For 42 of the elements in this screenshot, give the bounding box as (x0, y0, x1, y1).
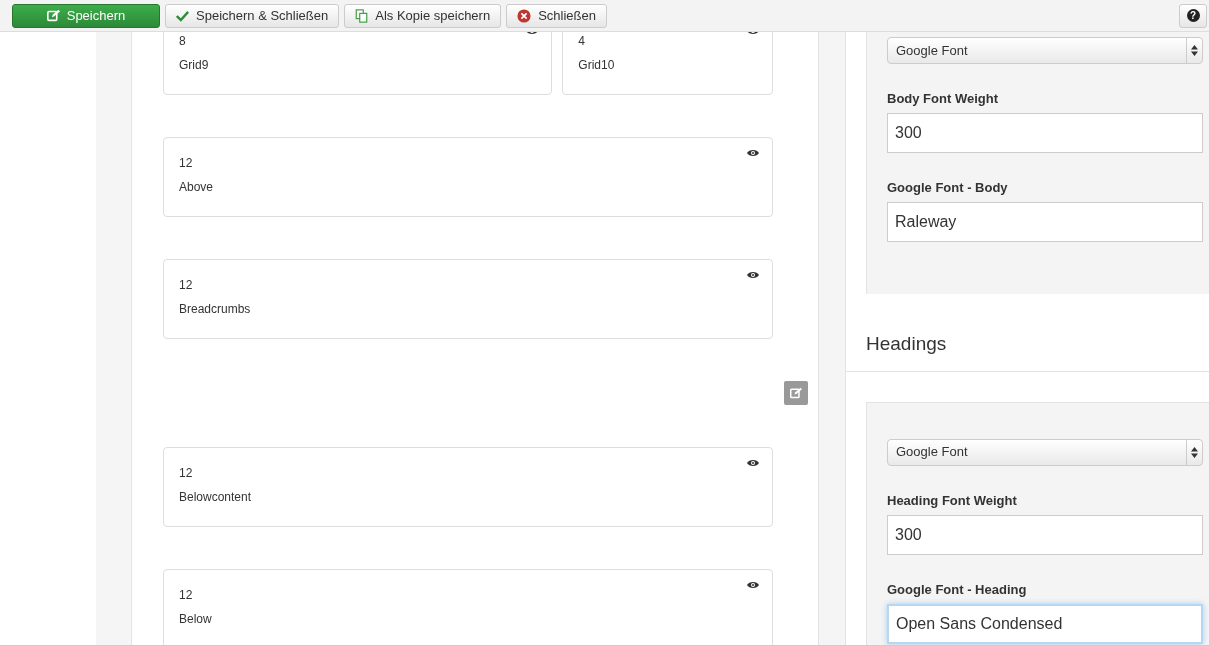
edit-icon (790, 387, 802, 399)
block-size: 4 (578, 34, 585, 48)
field-label: Body Font Weight (887, 91, 998, 107)
copy-icon (355, 8, 369, 23)
block-size: 8 (179, 34, 186, 48)
font-source-select[interactable]: Google Font (887, 438, 1203, 466)
close-button[interactable]: Schließen (506, 3, 607, 28)
text-field[interactable]: 300 (887, 113, 1203, 153)
field-label: Google Font - Heading (887, 581, 1027, 598)
layout-block[interactable]: 12 Belowcontent (163, 447, 773, 527)
close-icon (517, 8, 532, 23)
block-name: Grid9 (179, 58, 209, 72)
save-close-button[interactable]: Speichern & Schließen (165, 3, 340, 28)
layout-block[interactable]: 8 Grid9 (163, 32, 553, 95)
edit-icon (46, 9, 60, 22)
sort-icon (1191, 45, 1198, 56)
save-button[interactable]: Speichern (12, 3, 160, 28)
copy-button[interactable]: Als Kopie speichern (344, 3, 502, 28)
block-name: Above (179, 180, 214, 194)
block-size: 12 (179, 278, 193, 292)
block-size: 12 (179, 466, 193, 480)
text-field[interactable]: 300 (887, 514, 1203, 555)
layout-block[interactable]: 4 Grid10 (562, 32, 773, 95)
block-name: Belowcontent (179, 490, 252, 504)
layout-block[interactable]: 12 Breadcrumbs (163, 259, 773, 339)
block-name: Below (179, 612, 212, 626)
block-size: 12 (179, 588, 193, 602)
section-heading: Headings (866, 332, 947, 356)
field-label: Google Font - Body (887, 180, 1008, 196)
font-source-select[interactable]: Google Font (887, 37, 1203, 64)
help-button[interactable]: ? (1179, 3, 1207, 28)
block-name: Grid10 (578, 58, 615, 72)
text-field[interactable]: Raleway (887, 202, 1203, 242)
text-field[interactable]: Open Sans Condensed (887, 603, 1203, 644)
block-name: Breadcrumbs (179, 302, 251, 316)
layout-block[interactable]: 12 Below (163, 569, 773, 645)
layout-block[interactable]: 12 Above (163, 137, 773, 217)
field-label: Heading Font Weight (887, 492, 1017, 509)
block-size: 12 (179, 156, 193, 170)
edit-button[interactable] (784, 381, 808, 405)
check-icon (176, 9, 189, 22)
sort-icon (1191, 446, 1198, 458)
